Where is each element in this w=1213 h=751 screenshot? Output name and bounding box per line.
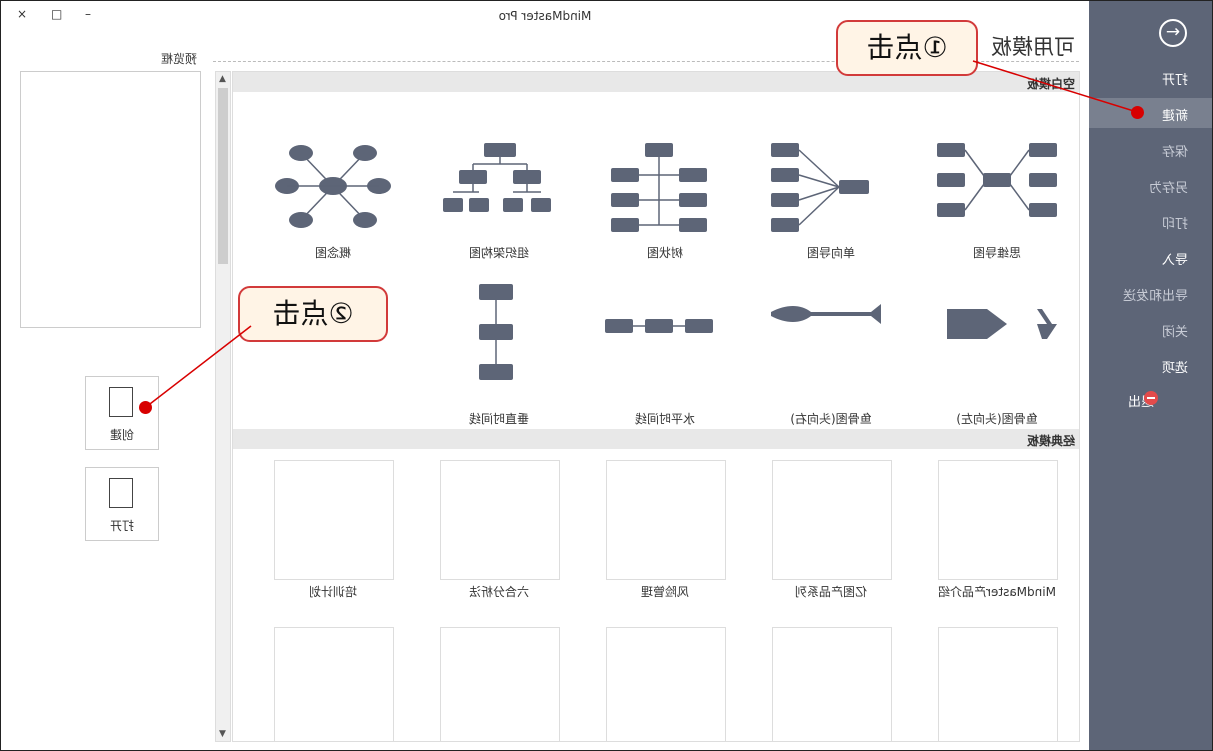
annotation-dot	[139, 401, 152, 414]
callout-step2: ②点击	[238, 286, 388, 342]
template-label: 风险管理	[641, 585, 690, 599]
sidebar-item[interactable]: 新建	[1162, 105, 1188, 124]
template-label: 鱼骨图(头向左)	[956, 412, 1038, 426]
section-title: 经典模板	[1026, 434, 1075, 448]
template-thumbnail	[606, 627, 726, 741]
classic-template-tile[interactable]: 培训计划	[253, 460, 413, 600]
open-label: 打开	[110, 519, 135, 533]
annotation-dot	[1131, 106, 1144, 119]
template-tile[interactable]: 思维导图	[917, 96, 1077, 261]
callout-step1: ①点击	[836, 20, 978, 76]
back-arrow-icon[interactable]: →	[1159, 19, 1187, 47]
sidebar-item[interactable]: 导入	[1162, 249, 1188, 268]
template-thumbnail	[440, 627, 560, 741]
create-label: 创建	[110, 428, 135, 442]
template-label: 组织架构图	[469, 246, 530, 260]
classic-template-tile[interactable]	[917, 627, 1077, 741]
sidebar-active-highlight	[1089, 98, 1212, 128]
vertical-timeline-icon	[479, 284, 513, 380]
section-title: 空白模板	[1026, 77, 1075, 91]
template-thumbnail	[938, 460, 1058, 580]
sidebar-item[interactable]: 选项	[1162, 357, 1188, 376]
template-thumbnail	[772, 460, 892, 580]
template-label: 六合分析法	[469, 585, 530, 599]
classic-template-tile[interactable]	[585, 627, 745, 741]
template-tile[interactable]: 组织架构图	[419, 96, 579, 261]
template-label: 水平时间线	[635, 412, 696, 426]
classic-template-tile[interactable]	[253, 627, 413, 741]
concept-map-icon	[275, 145, 391, 228]
classic-template-tile[interactable]	[751, 627, 911, 741]
fishbone-left-icon	[947, 309, 1057, 339]
template-gallery: 空白模板 经典模板 思维导图 单向导图 树状图 组织架构图 概念图鱼骨图(头向左) 鱼骨图…	[232, 71, 1080, 742]
oneway-map-icon	[771, 143, 869, 232]
classic-template-tile[interactable]: 六合分析法	[419, 460, 579, 600]
sidebar-item[interactable]: 导出和发送	[1123, 285, 1188, 304]
new-document-icon	[109, 387, 133, 417]
sidebar-item[interactable]: 另存为	[1149, 177, 1188, 196]
sidebar-item[interactable]: 打开	[1162, 69, 1188, 88]
template-thumbnail	[274, 460, 394, 580]
classic-template-tile[interactable]: MindMaster产品介绍	[917, 460, 1077, 600]
fishbone-right-icon	[771, 304, 881, 324]
preview-label: 预览框	[161, 52, 198, 66]
template-thumbnail	[772, 627, 892, 741]
template-thumbnail	[606, 460, 726, 580]
template-label: 培训计划	[309, 585, 358, 599]
horizontal-timeline-icon	[605, 319, 713, 333]
template-label: 思维导图	[973, 246, 1022, 260]
scroll-thumb[interactable]	[218, 88, 228, 264]
template-thumbnail	[274, 627, 394, 741]
sidebar-item[interactable]: 保存	[1162, 141, 1188, 160]
scroll-down-icon[interactable]: ▼	[219, 729, 226, 739]
template-tile[interactable]: 树状图	[585, 96, 745, 261]
template-tile[interactable]: 鱼骨图(头向左)	[917, 262, 1077, 427]
template-label: 亿图产品系列	[795, 585, 868, 599]
scroll-up-icon[interactable]: ▲	[219, 74, 226, 84]
template-label: 垂直时间线	[469, 412, 530, 426]
template-label: 鱼骨图(头向右)	[790, 412, 872, 426]
section-header-classic: 经典模板	[233, 429, 1079, 449]
template-thumbnail	[938, 627, 1058, 741]
template-tile[interactable]: 水平时间线	[585, 262, 745, 427]
app-window: × □ – MindMaster Pro 可用模板 预览框 创建 打开 ▲ ▼ …	[0, 0, 1213, 751]
template-label: 树状图	[647, 246, 684, 260]
template-thumbnail	[440, 460, 560, 580]
mindmap-icon	[937, 143, 1057, 217]
sidebar-item[interactable]: 打印	[1162, 213, 1188, 232]
template-label: 概念图	[315, 246, 352, 260]
template-tile[interactable]: 鱼骨图(头向右)	[751, 262, 911, 427]
exit-icon	[1144, 391, 1158, 405]
template-label: MindMaster产品介绍	[938, 585, 1056, 599]
sidebar-item[interactable]: 关闭	[1162, 321, 1188, 340]
classic-template-tile[interactable]: 风险管理	[585, 460, 745, 600]
sidebar: → 打开 新建 保存 另存为 打印 导入 导出和发送 关闭 选项 退出	[1089, 1, 1212, 750]
tree-chart-icon	[611, 143, 707, 232]
template-tile[interactable]: 单向导图	[751, 96, 911, 261]
template-tile[interactable]: 垂直时间线	[419, 262, 579, 427]
preview-box	[20, 71, 201, 328]
classic-template-tile[interactable]	[419, 627, 579, 741]
classic-template-tile[interactable]: 亿图产品系列	[751, 460, 911, 600]
template-tile[interactable]: 概念图	[253, 96, 413, 261]
template-label: 单向导图	[807, 246, 856, 260]
org-chart-icon	[443, 143, 551, 212]
open-button[interactable]: 打开	[85, 467, 159, 541]
scrollbar[interactable]: ▲ ▼	[215, 71, 231, 742]
page-title: 可用模板	[991, 35, 1075, 59]
open-document-icon	[109, 478, 133, 508]
